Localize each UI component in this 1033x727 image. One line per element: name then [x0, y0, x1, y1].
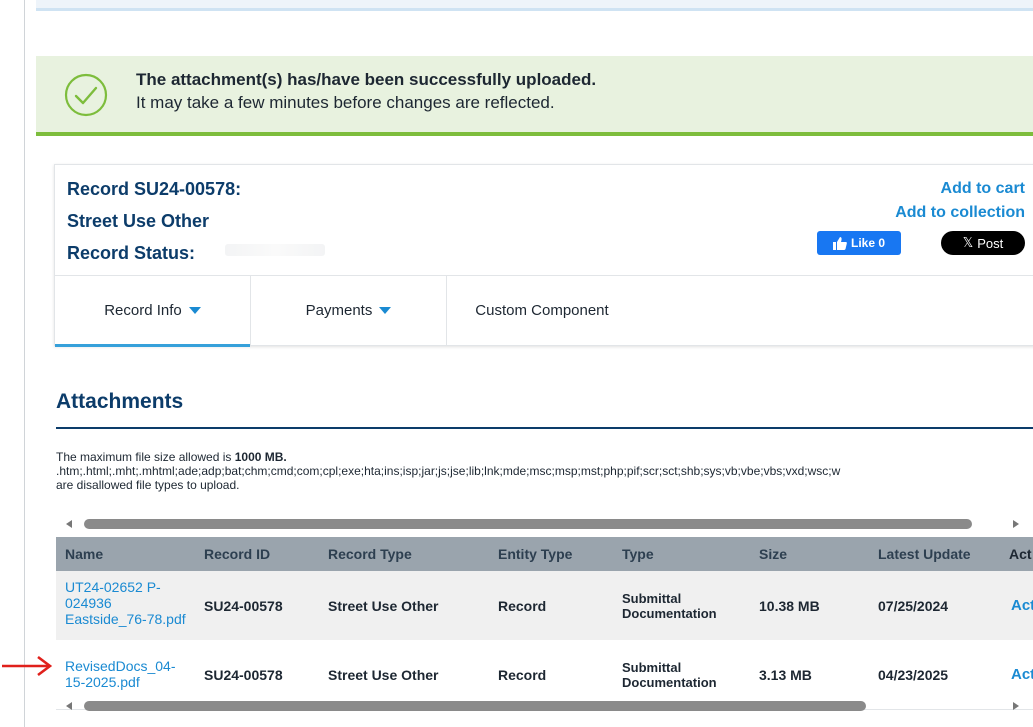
- record-id-cell: SU24-00578: [204, 598, 283, 614]
- red-arrow-icon: [2, 655, 53, 677]
- type-cell: Submittal Documentation: [622, 591, 717, 621]
- record-status-label: Record Status:: [67, 243, 196, 263]
- top-header-strip: [36, 0, 1033, 11]
- scrollbar-thumb[interactable]: [84, 519, 972, 529]
- banner-title: The attachment(s) has/have been successf…: [136, 70, 597, 89]
- scroll-left-icon[interactable]: [66, 702, 72, 710]
- scroll-left-icon[interactable]: [66, 520, 72, 528]
- attachments-divider: [56, 427, 1033, 429]
- max-size-value: 1000 MB.: [234, 450, 287, 464]
- record-status-value: [225, 244, 325, 256]
- size-cell: 3.13 MB: [759, 667, 812, 683]
- like-label: Like 0: [850, 236, 886, 250]
- add-to-collection-link[interactable]: Add to collection: [895, 204, 1025, 222]
- column-header-entity-type[interactable]: Entity Type: [498, 537, 572, 571]
- caret-down-icon: [379, 306, 392, 314]
- attachment-name-link[interactable]: RevisedDocs_04-15-2025.pdf: [65, 658, 195, 690]
- actions-menu-link[interactable]: Act: [1011, 666, 1033, 683]
- record-type-heading: Street Use Other: [67, 211, 210, 231]
- check-circle-icon: [64, 73, 108, 117]
- scrollbar-thumb[interactable]: [84, 701, 866, 711]
- column-header-action: Act: [1009, 546, 1032, 562]
- max-size-note: The maximum file size allowed is 1000 MB…: [56, 450, 287, 464]
- scroll-right-icon[interactable]: [1013, 702, 1019, 710]
- left-border: [24, 0, 25, 727]
- tab-label: Record Info: [104, 301, 182, 319]
- column-header-type[interactable]: Type: [622, 537, 654, 571]
- column-header-name[interactable]: Name: [65, 537, 103, 571]
- thumbs-up-icon: [832, 236, 847, 250]
- table-header: Name Record ID Record Type Entity Type T…: [56, 537, 1033, 571]
- column-header-record-type[interactable]: Record Type: [328, 537, 412, 571]
- type-cell: Submittal Documentation: [622, 660, 717, 690]
- max-size-prefix: The maximum file size allowed is: [56, 450, 235, 464]
- record-type-cell: Street Use Other: [328, 598, 439, 614]
- disallowed-note: are disallowed file types to upload.: [56, 478, 240, 492]
- scroll-right-icon[interactable]: [1013, 520, 1019, 528]
- record-card: Record SU24-00578: Street Use Other Reco…: [54, 164, 1033, 347]
- banner-subtitle: It may take a few minutes before changes…: [136, 93, 555, 112]
- record-type-cell: Street Use Other: [328, 667, 439, 683]
- record-id-heading: Record SU24-00578:: [67, 179, 242, 199]
- attachments-heading: Attachments: [56, 390, 184, 413]
- tab-label: Custom Component: [475, 301, 609, 319]
- latest-update-cell: 07/25/2024: [878, 598, 949, 614]
- add-to-cart-link[interactable]: Add to cart: [941, 180, 1025, 198]
- caret-down-icon: [188, 306, 201, 314]
- table-scrollbar-top[interactable]: [56, 517, 1033, 531]
- tab-record-info[interactable]: Record Info: [55, 276, 250, 347]
- latest-update-cell: 04/23/2025: [878, 667, 949, 683]
- table-row: UT24-02652 P-024936 Eastside_76-78.pdf S…: [56, 571, 1033, 640]
- disallowed-types-list: .htm;.html;.mht;.mhtml;ade;adp;bat;chm;c…: [56, 464, 841, 478]
- post-label: Post: [977, 235, 1004, 251]
- success-banner: The attachment(s) has/have been successf…: [36, 56, 1033, 136]
- column-header-size[interactable]: Size: [759, 537, 787, 571]
- record-tabs: Record Info Payments Custom Component: [55, 275, 1033, 347]
- actions-menu-link[interactable]: Act: [1011, 597, 1033, 614]
- entity-type-cell: Record: [498, 667, 547, 683]
- facebook-like-button[interactable]: Like 0: [817, 231, 901, 255]
- tab-label: Payments: [305, 301, 373, 319]
- tab-custom-component[interactable]: Custom Component: [447, 276, 637, 344]
- x-post-button[interactable]: 𝕏 Post: [941, 231, 1025, 255]
- record-id-cell: SU24-00578: [204, 667, 283, 683]
- x-logo-icon: 𝕏: [962, 235, 974, 250]
- tab-payments[interactable]: Payments: [251, 276, 446, 344]
- column-header-latest-update[interactable]: Latest Update: [878, 537, 971, 571]
- column-header-record-id[interactable]: Record ID: [204, 537, 270, 571]
- size-cell: 10.38 MB: [759, 598, 820, 614]
- entity-type-cell: Record: [498, 598, 547, 614]
- attachment-name-link[interactable]: UT24-02652 P-024936 Eastside_76-78.pdf: [65, 579, 195, 627]
- table-scrollbar-bottom[interactable]: [56, 699, 1033, 713]
